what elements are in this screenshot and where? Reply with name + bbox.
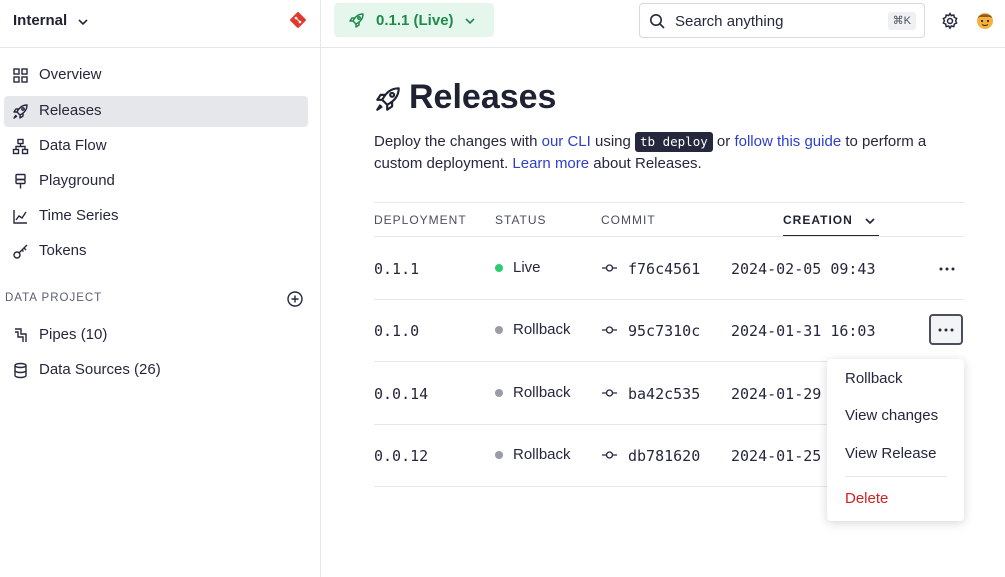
table-divider: [374, 236, 964, 237]
commit-hash[interactable]: ba42c535: [628, 385, 700, 403]
commit-hash[interactable]: f76c4561: [628, 260, 700, 278]
sidebar-item-label: Playground: [39, 172, 115, 189]
avatar[interactable]: [975, 10, 995, 30]
deployment-version: 0.0.14: [374, 385, 429, 403]
page-title: Releases: [409, 78, 557, 116]
desc-text: or: [712, 133, 735, 150]
desc-text: using: [590, 133, 636, 150]
sidebar-item-label: Data Flow: [39, 137, 107, 154]
search-icon: [650, 14, 665, 29]
rocket-icon: [376, 87, 400, 111]
desc-text: Deploy the changes with: [374, 133, 542, 150]
key-icon: [13, 244, 28, 259]
gear-icon[interactable]: [941, 12, 959, 30]
sidebar-item-label: Overview: [39, 66, 102, 83]
search-input[interactable]: Search anything ⌘K: [639, 3, 925, 38]
chevron-down-icon: [465, 18, 475, 25]
chevron-down-icon: [78, 19, 88, 26]
rocket-icon: [349, 13, 364, 28]
more-horizontal-icon: [939, 267, 955, 270]
row-actions-button[interactable]: [929, 314, 963, 345]
git-commit-icon: [602, 451, 617, 459]
release-label: 0.1.1 (Live): [376, 12, 454, 29]
sidebar-item-label: Tokens: [39, 242, 87, 259]
row-actions-button[interactable]: [930, 253, 964, 284]
table-divider: [374, 299, 964, 300]
git-commit-icon: [602, 264, 617, 272]
chevron-down-icon: [865, 218, 875, 225]
follow-guide-link[interactable]: follow this guide: [734, 133, 841, 150]
status-label: Rollback: [513, 446, 571, 463]
search-shortcut-badge: ⌘K: [887, 12, 916, 30]
add-circle-icon[interactable]: [286, 290, 304, 308]
status-label: Rollback: [513, 384, 571, 401]
chart-line-icon: [13, 210, 27, 224]
more-horizontal-icon: [938, 328, 954, 331]
git-commit-icon: [602, 326, 617, 334]
deployment-version: 0.1.1: [374, 260, 420, 278]
page-description: Deploy the changes with our CLI using tb…: [374, 131, 974, 175]
sidebar-item-data-flow[interactable]: Data Flow: [4, 131, 308, 162]
column-header-creation[interactable]: CREATION: [783, 205, 879, 237]
desc-text: about Releases.: [589, 155, 702, 172]
commit-hash[interactable]: db781620: [628, 447, 700, 465]
row-actions-menu: Rollback View changes View Release Delet…: [827, 359, 964, 521]
release-selector[interactable]: 0.1.1 (Live): [334, 3, 494, 37]
flow-icon: [12, 138, 29, 155]
git-icon[interactable]: [289, 11, 307, 29]
sidebar-item-time-series[interactable]: Time Series: [4, 201, 308, 232]
learn-more-link[interactable]: Learn more: [512, 155, 589, 172]
table-divider: [374, 202, 964, 203]
deploy-command-code: tb deploy: [635, 132, 713, 152]
top-bar: 0.1.1 (Live) Search anything ⌘K: [321, 0, 1005, 48]
sidebar-item-tokens[interactable]: Tokens: [4, 236, 308, 267]
status-label: Live: [513, 259, 541, 276]
sidebar-item-data-sources[interactable]: Data Sources (26): [4, 355, 308, 386]
pipe-icon: [15, 328, 27, 342]
rocket-icon: [13, 104, 28, 119]
menu-item-view-release[interactable]: View Release: [845, 445, 936, 462]
status-label: Rollback: [513, 321, 571, 338]
menu-item-rollback[interactable]: Rollback: [845, 370, 903, 387]
workspace-switcher[interactable]: Internal: [0, 0, 320, 48]
grid-icon: [13, 68, 28, 83]
search-placeholder: Search anything: [675, 13, 784, 30]
deployment-version: 0.0.12: [374, 447, 429, 465]
creation-date: 2024-01-29: [731, 385, 822, 403]
deployment-version: 0.1.0: [374, 322, 420, 340]
sidebar: Internal Overview Releases Data Flow Pla…: [0, 0, 321, 577]
column-header-commit: COMMIT: [601, 213, 656, 227]
creation-date: 2024-01-25: [731, 447, 822, 465]
status-dot-rollback: [495, 451, 503, 459]
sidebar-item-label: Time Series: [39, 207, 119, 224]
workspace-name: Internal: [13, 12, 68, 29]
sidebar-item-playground[interactable]: Playground: [4, 166, 308, 197]
sidebar-item-pipes[interactable]: Pipes (10): [4, 320, 308, 351]
sidebar-item-releases[interactable]: Releases: [4, 96, 308, 127]
section-title: DATA PROJECT: [5, 292, 103, 304]
menu-divider: [845, 476, 947, 477]
menu-item-delete[interactable]: Delete: [845, 490, 888, 507]
sidebar-item-label: Pipes (10): [39, 326, 108, 343]
creation-date: 2024-02-05 09:43: [731, 260, 876, 278]
commit-hash[interactable]: 95c7310c: [628, 322, 700, 340]
sidebar-item-overview[interactable]: Overview: [4, 60, 308, 91]
playground-icon: [15, 173, 26, 189]
creation-date: 2024-01-31 16:03: [731, 322, 876, 340]
status-dot-live: [495, 264, 503, 272]
sidebar-item-label: Releases: [39, 102, 102, 119]
our-cli-link[interactable]: our CLI: [542, 133, 591, 150]
column-header-label: CREATION: [783, 213, 853, 227]
sidebar-item-label: Data Sources (26): [39, 361, 161, 378]
status-dot-rollback: [495, 389, 503, 397]
status-dot-rollback: [495, 326, 503, 334]
column-header-deployment: DEPLOYMENT: [374, 213, 467, 227]
database-icon: [14, 362, 27, 379]
git-commit-icon: [602, 389, 617, 397]
menu-item-view-changes[interactable]: View changes: [845, 407, 938, 424]
column-header-status: STATUS: [495, 213, 547, 227]
